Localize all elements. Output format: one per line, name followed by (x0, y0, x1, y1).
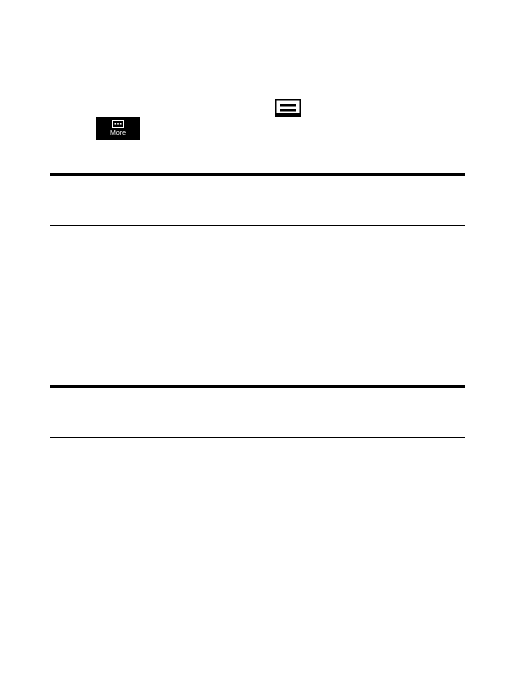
more-dots-icon (96, 120, 140, 128)
menu-key-icon (274, 98, 302, 118)
more-label: More (110, 130, 126, 137)
note-rule-bottom-1 (50, 225, 465, 226)
more-icon: More (96, 117, 140, 140)
note-rule-top-2 (50, 385, 465, 388)
note-rule-top-1 (50, 173, 465, 176)
note-rule-bottom-2 (50, 437, 465, 438)
